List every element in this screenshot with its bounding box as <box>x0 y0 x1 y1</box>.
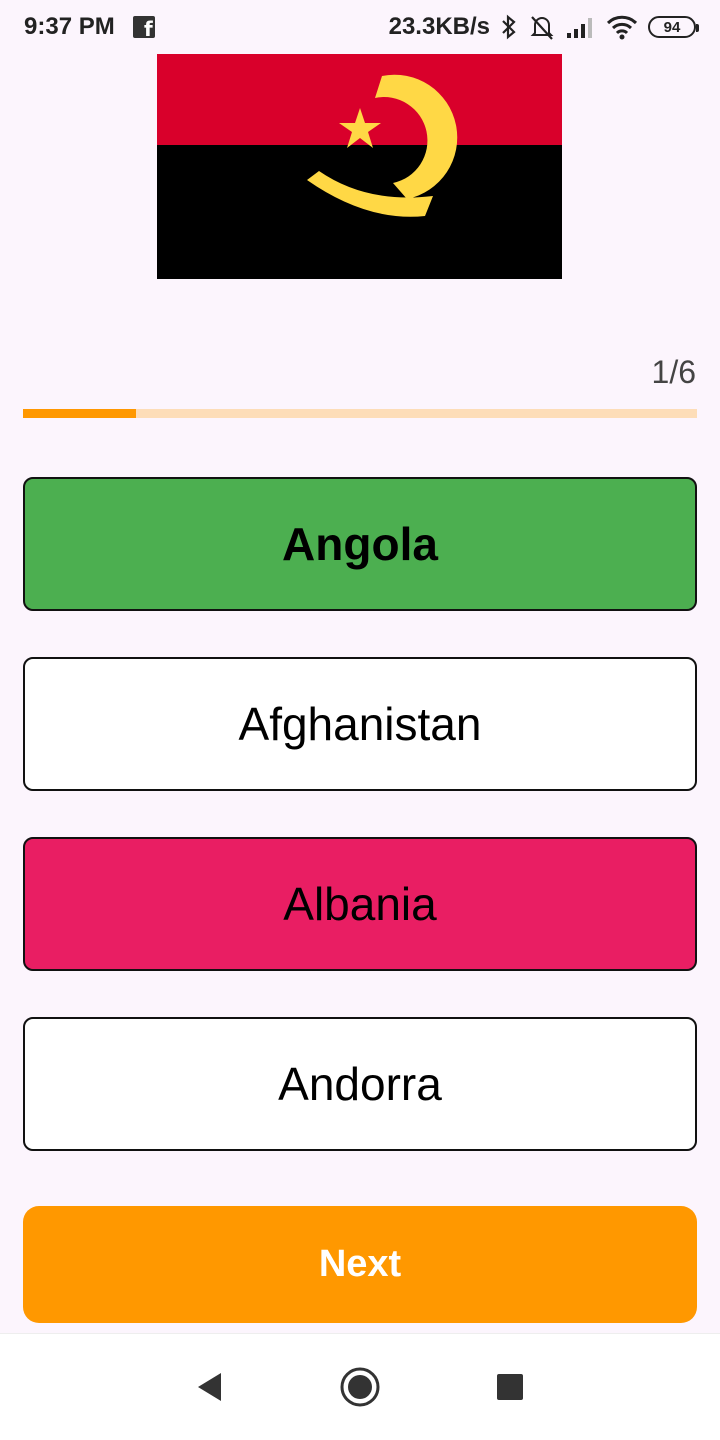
home-icon <box>340 1367 380 1407</box>
option-afghanistan[interactable]: Afghanistan <box>23 657 697 791</box>
angola-flag <box>157 54 562 279</box>
progress-fill <box>23 409 136 418</box>
progress-counter: 1/6 <box>651 354 696 390</box>
status-time: 9:37 PM <box>24 13 115 40</box>
mute-icon <box>530 16 554 40</box>
wifi-icon <box>606 15 638 40</box>
battery-icon: 94 <box>648 16 699 38</box>
option-albania[interactable]: Albania <box>23 837 697 971</box>
option-label: Andorra <box>278 1058 442 1110</box>
battery-level: 94 <box>663 18 681 36</box>
status-left: 9:37 PM <box>24 13 155 41</box>
back-icon <box>198 1373 221 1401</box>
bluetooth-icon <box>502 14 516 40</box>
status-right: 23.3KB/s 94 <box>388 13 699 41</box>
status-bar: 9:37 PM 23.3KB/s 94 <box>0 0 720 54</box>
recents-icon <box>497 1374 523 1400</box>
option-label: Afghanistan <box>238 698 482 750</box>
option-label: Angola <box>282 518 438 570</box>
signal-icon <box>567 18 592 38</box>
home-button[interactable] <box>335 1362 385 1412</box>
facebook-icon <box>132 16 155 41</box>
option-andorra[interactable]: Andorra <box>23 1017 697 1151</box>
option-angola[interactable]: Angola <box>23 477 697 611</box>
navigation-bar <box>0 1333 720 1440</box>
back-button[interactable] <box>185 1362 235 1412</box>
progress-bar <box>23 409 697 418</box>
recents-button[interactable] <box>485 1362 535 1412</box>
option-label: Albania <box>283 878 437 930</box>
next-button[interactable]: Next <box>23 1206 697 1323</box>
net-speed: 23.3KB/s <box>388 13 490 40</box>
